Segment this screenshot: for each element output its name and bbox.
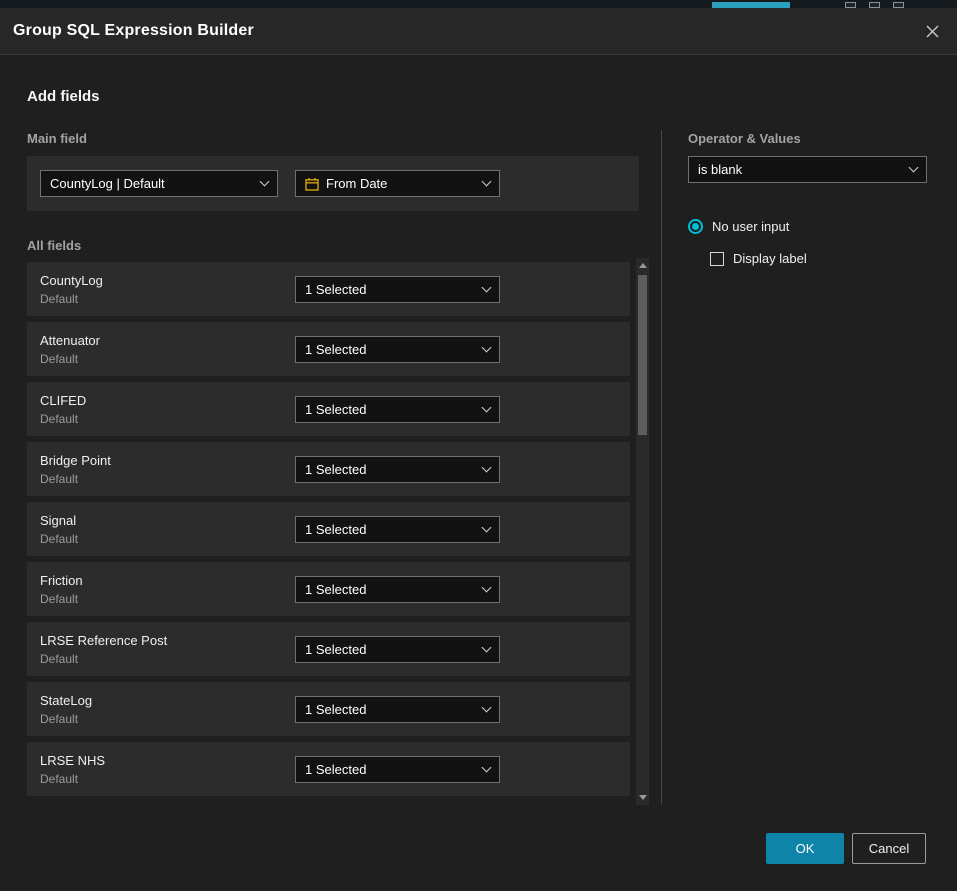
no-user-input-label: No user input <box>712 219 789 234</box>
chevron-down-icon <box>482 583 492 593</box>
display-label-label: Display label <box>733 251 807 266</box>
field-row: LRSE Reference Post Default 1 Selected <box>27 622 630 676</box>
operator-dropdown[interactable]: is blank <box>688 156 927 183</box>
operator-value: is blank <box>698 162 902 177</box>
main-field-panel: CountyLog | Default From Date <box>27 156 639 211</box>
main-source-value: CountyLog | Default <box>50 176 253 191</box>
close-icon[interactable] <box>919 18 945 44</box>
group-sql-expression-builder-dialog: Group SQL Expression Builder Add fields … <box>0 8 957 891</box>
main-source-dropdown[interactable]: CountyLog | Default <box>40 170 278 197</box>
field-name: LRSE NHS <box>40 751 105 770</box>
field-selection-dropdown[interactable]: 1 Selected <box>295 336 500 363</box>
field-name: CountyLog <box>40 271 103 290</box>
field-row: LRSE NHS Default 1 Selected <box>27 742 630 796</box>
operator-values-label: Operator & Values <box>688 131 801 146</box>
field-selection-value: 1 Selected <box>305 642 475 657</box>
field-selection-value: 1 Selected <box>305 462 475 477</box>
all-fields-list: CountyLog Default 1 Selected Attenuator … <box>27 262 630 802</box>
field-row-texts: LRSE NHS Default <box>40 751 105 789</box>
field-selection-value: 1 Selected <box>305 522 475 537</box>
field-subtitle: Default <box>40 350 100 369</box>
chevron-down-icon <box>482 403 492 413</box>
background-app-strip <box>0 0 957 8</box>
field-row-texts: LRSE Reference Post Default <box>40 631 167 669</box>
field-selection-value: 1 Selected <box>305 342 475 357</box>
chevron-down-icon <box>482 343 492 353</box>
field-name: CLIFED <box>40 391 86 410</box>
chevron-down-icon <box>482 763 492 773</box>
display-label-checkbox[interactable]: Display label <box>710 251 807 266</box>
chevron-down-icon <box>482 177 492 187</box>
cancel-button[interactable]: Cancel <box>852 833 926 864</box>
field-selection-value: 1 Selected <box>305 402 475 417</box>
field-row-texts: Friction Default <box>40 571 83 609</box>
field-row-texts: CountyLog Default <box>40 271 103 309</box>
field-row-texts: StateLog Default <box>40 691 92 729</box>
field-selection-dropdown[interactable]: 1 Selected <box>295 516 500 543</box>
field-subtitle: Default <box>40 650 167 669</box>
column-divider <box>661 130 662 804</box>
field-row: CountyLog Default 1 Selected <box>27 262 630 316</box>
field-selection-value: 1 Selected <box>305 582 475 597</box>
field-row-texts: Signal Default <box>40 511 78 549</box>
chevron-down-icon <box>482 463 492 473</box>
field-selection-value: 1 Selected <box>305 762 475 777</box>
screen: Group SQL Expression Builder Add fields … <box>0 0 957 891</box>
field-subtitle: Default <box>40 530 78 549</box>
chevron-down-icon <box>482 703 492 713</box>
field-name: StateLog <box>40 691 92 710</box>
field-selection-dropdown[interactable]: 1 Selected <box>295 576 500 603</box>
field-subtitle: Default <box>40 290 103 309</box>
field-name: Attenuator <box>40 331 100 350</box>
field-selection-dropdown[interactable]: 1 Selected <box>295 696 500 723</box>
field-selection-dropdown[interactable]: 1 Selected <box>295 396 500 423</box>
chevron-down-icon <box>482 643 492 653</box>
field-selection-dropdown[interactable]: 1 Selected <box>295 276 500 303</box>
dialog-title: Group SQL Expression Builder <box>13 22 254 40</box>
field-subtitle: Default <box>40 710 92 729</box>
field-row: Attenuator Default 1 Selected <box>27 322 630 376</box>
chevron-down-icon <box>482 523 492 533</box>
field-subtitle: Default <box>40 770 105 789</box>
field-selection-dropdown[interactable]: 1 Selected <box>295 756 500 783</box>
checkbox-unchecked-icon <box>710 252 724 266</box>
dialog-header: Group SQL Expression Builder <box>0 8 957 55</box>
field-row: Signal Default 1 Selected <box>27 502 630 556</box>
field-row: Friction Default 1 Selected <box>27 562 630 616</box>
field-row-texts: Bridge Point Default <box>40 451 111 489</box>
field-row-texts: Attenuator Default <box>40 331 100 369</box>
all-fields-label: All fields <box>27 238 81 253</box>
field-subtitle: Default <box>40 590 83 609</box>
field-row-texts: CLIFED Default <box>40 391 86 429</box>
no-user-input-radio[interactable]: No user input <box>688 219 789 234</box>
chevron-down-icon <box>482 283 492 293</box>
ok-button[interactable]: OK <box>766 833 844 864</box>
main-date-value: From Date <box>326 176 475 191</box>
fields-list-scrollbar[interactable] <box>636 258 649 805</box>
field-selection-value: 1 Selected <box>305 702 475 717</box>
main-date-field-dropdown[interactable]: From Date <box>295 170 500 197</box>
radio-selected-icon <box>688 219 703 234</box>
field-row: Bridge Point Default 1 Selected <box>27 442 630 496</box>
field-subtitle: Default <box>40 470 111 489</box>
main-field-label: Main field <box>27 131 87 146</box>
field-row: StateLog Default 1 Selected <box>27 682 630 736</box>
scroll-up-arrow-icon[interactable] <box>639 263 647 268</box>
field-selection-dropdown[interactable]: 1 Selected <box>295 456 500 483</box>
scroll-down-arrow-icon[interactable] <box>639 795 647 800</box>
add-fields-heading: Add fields <box>27 88 100 105</box>
field-subtitle: Default <box>40 410 86 429</box>
field-name: Friction <box>40 571 83 590</box>
field-name: Signal <box>40 511 78 530</box>
field-name: Bridge Point <box>40 451 111 470</box>
field-selection-dropdown[interactable]: 1 Selected <box>295 636 500 663</box>
field-selection-value: 1 Selected <box>305 282 475 297</box>
chevron-down-icon <box>260 177 270 187</box>
chevron-down-icon <box>909 163 919 173</box>
calendar-icon <box>305 177 319 191</box>
scrollbar-thumb[interactable] <box>638 275 647 435</box>
field-name: LRSE Reference Post <box>40 631 167 650</box>
field-row: CLIFED Default 1 Selected <box>27 382 630 436</box>
